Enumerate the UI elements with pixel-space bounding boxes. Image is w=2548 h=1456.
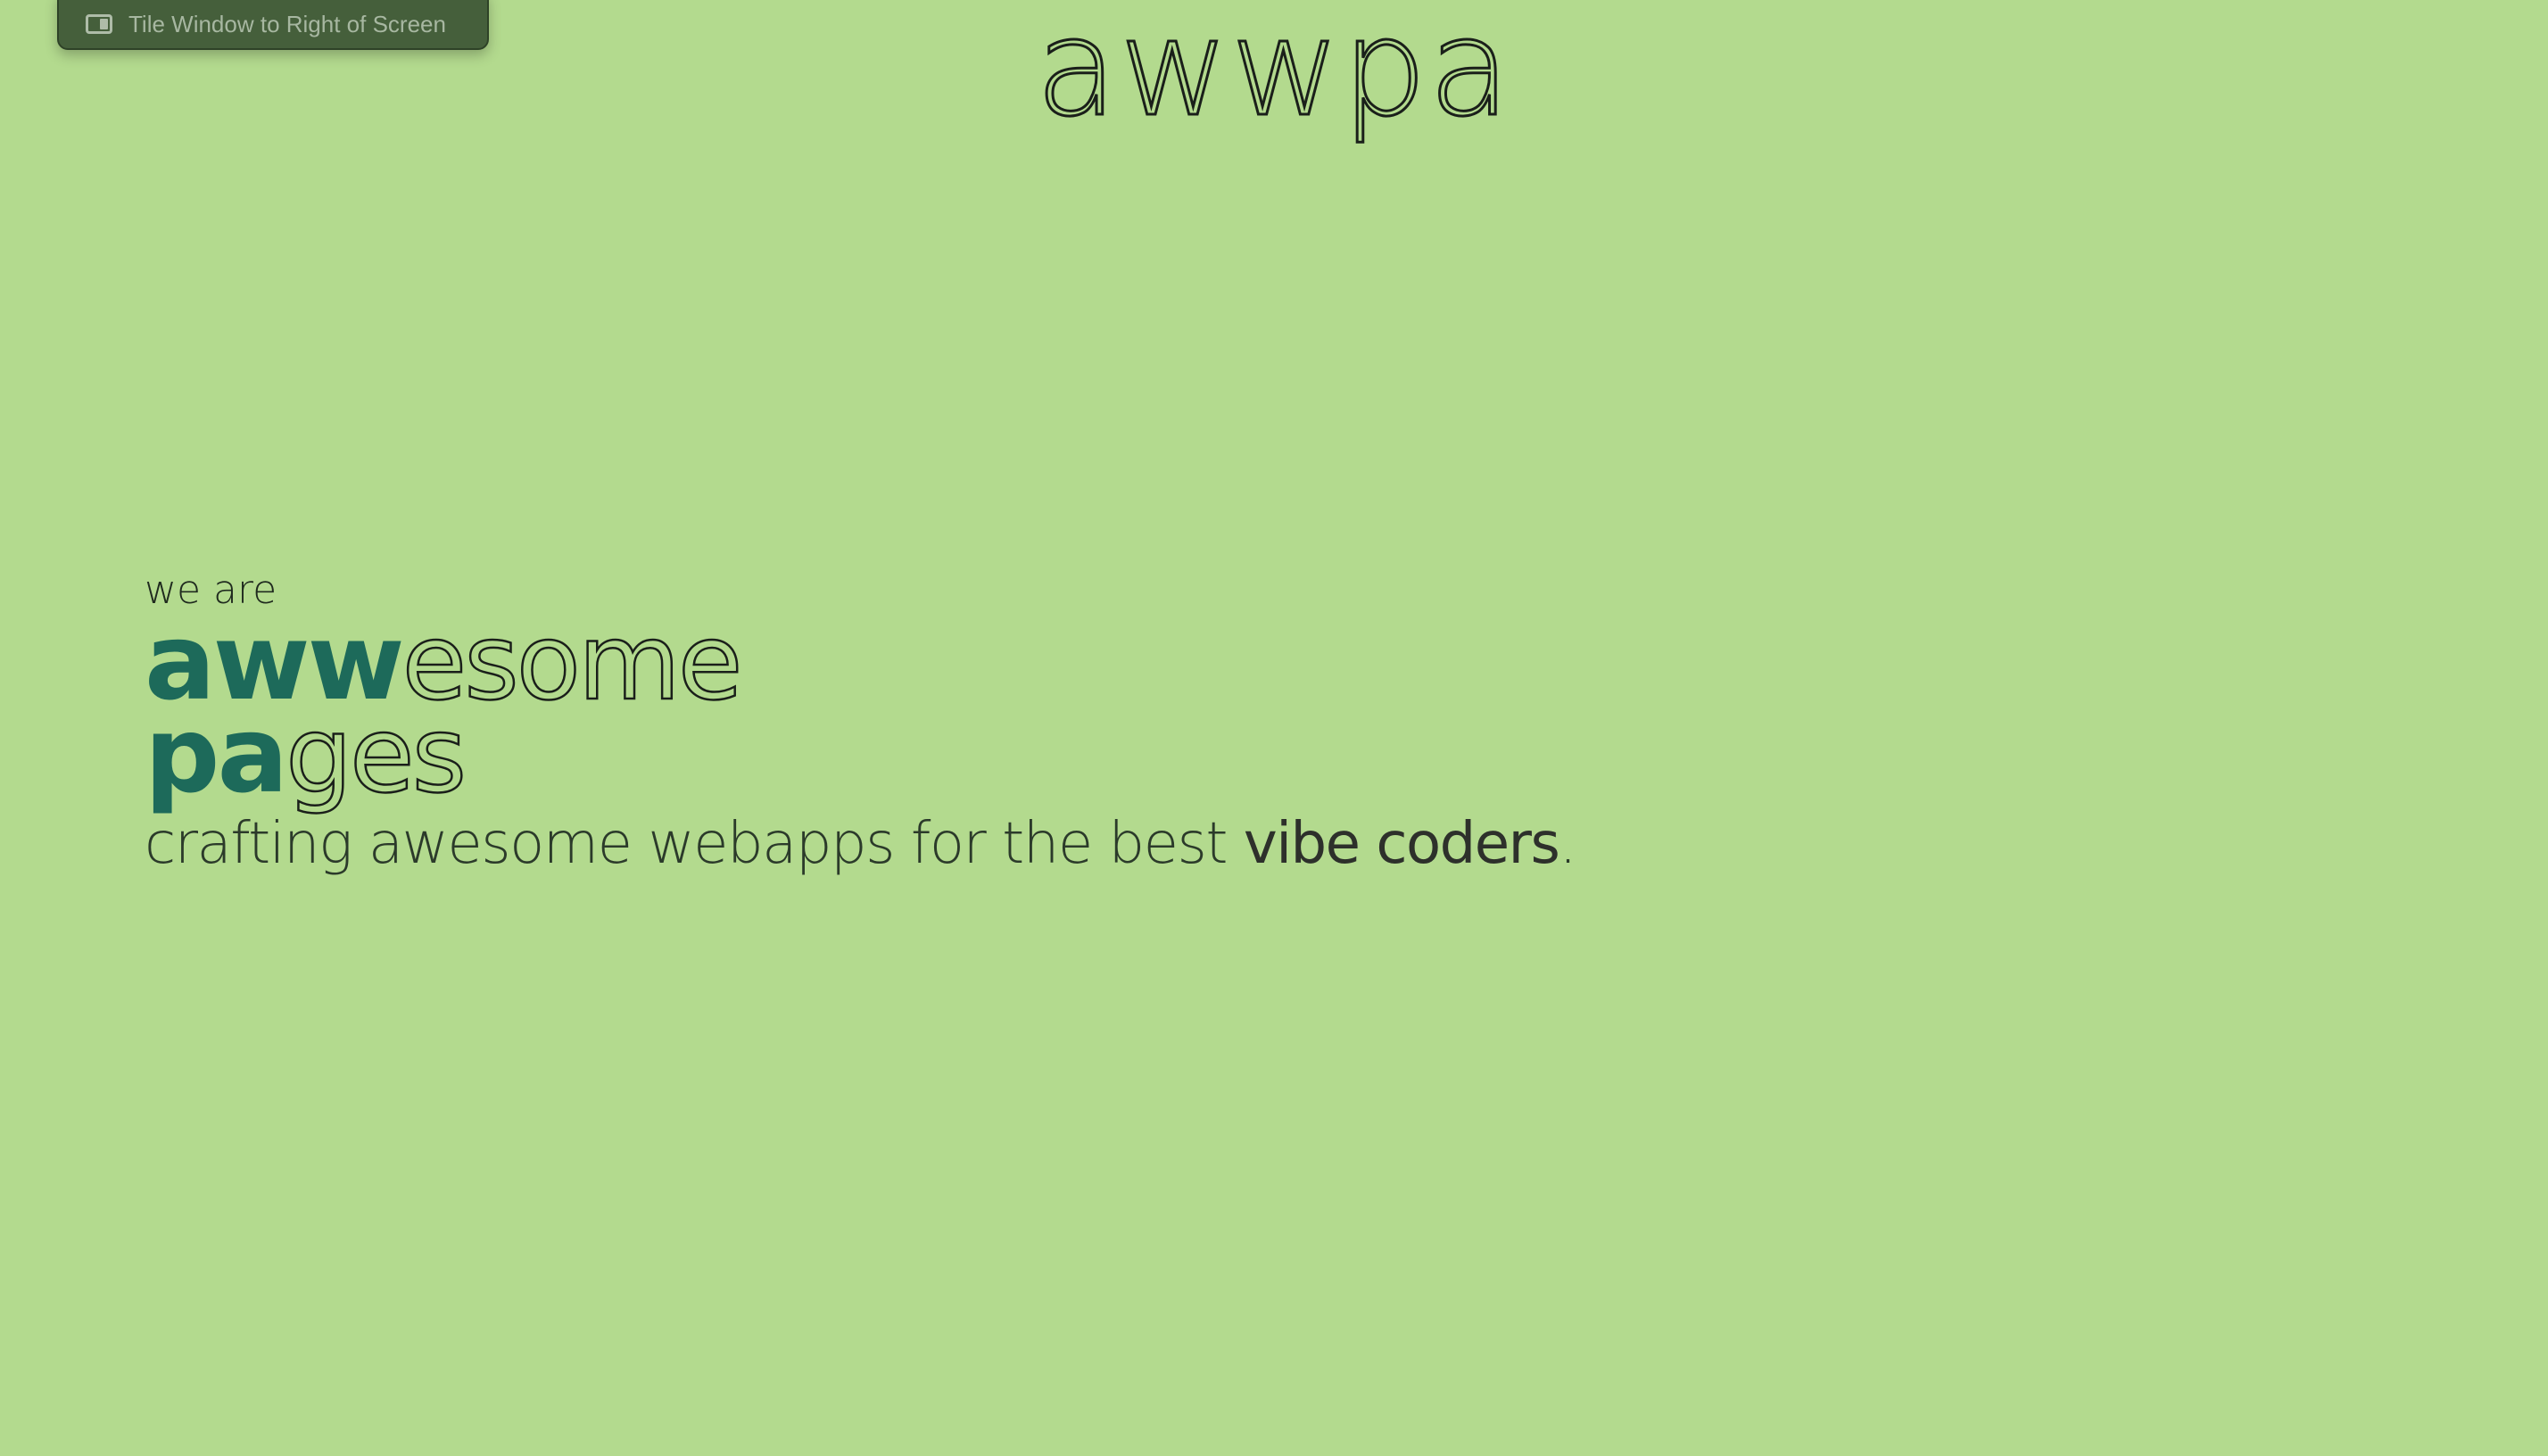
hero-section: we are awwesome pages crafting awesome w… [145, 571, 1577, 879]
tagline-plain: crafting awesome webapps for the best [145, 811, 1244, 877]
hero-accent-pa: pa [145, 693, 288, 816]
hero-tagline: crafting awesome webapps for the best vi… [145, 810, 1577, 879]
tagline-emphasis: vibe coders [1243, 811, 1560, 877]
hero-rest-ges: ges [285, 693, 467, 816]
hero-line-pages: pages [145, 701, 1576, 809]
site-logo[interactable]: awwpa [0, 0, 2548, 156]
tagline-period: . [1559, 811, 1576, 877]
